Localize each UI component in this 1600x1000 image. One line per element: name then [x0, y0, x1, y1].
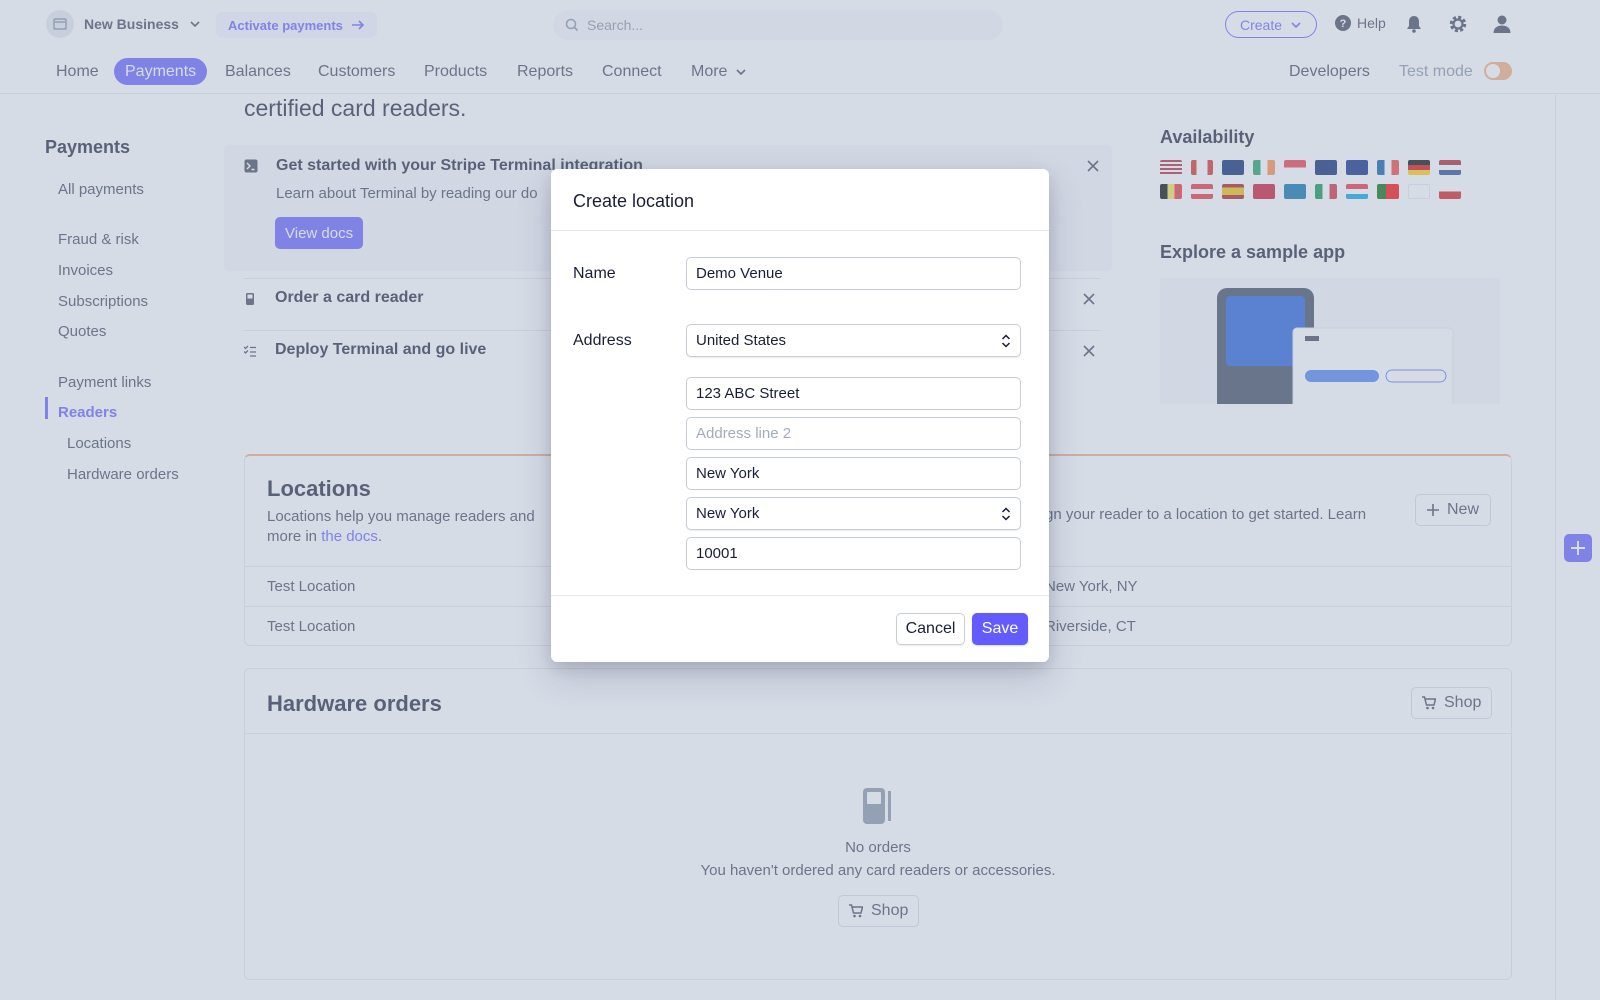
city-field[interactable] — [686, 457, 1021, 490]
zip-field[interactable] — [686, 537, 1021, 570]
create-location-dialog: Create location Name Address United Stat… — [551, 169, 1049, 662]
divider — [551, 230, 1049, 231]
name-field[interactable] — [686, 257, 1021, 290]
dialog-title: Create location — [573, 191, 695, 211]
chevron-up-down-icon — [1001, 507, 1011, 521]
chevron-up-down-icon — [1001, 334, 1011, 348]
divider — [551, 595, 1049, 596]
address-line2-field[interactable] — [686, 417, 1021, 450]
state-value: New York — [696, 505, 760, 522]
name-label: Name — [573, 265, 616, 282]
country-select[interactable]: United States — [686, 324, 1021, 357]
state-select[interactable]: New York — [686, 497, 1021, 530]
cancel-button[interactable]: Cancel — [896, 613, 965, 645]
address-line1-field[interactable] — [686, 377, 1021, 410]
save-button[interactable]: Save — [972, 613, 1028, 645]
address-label: Address — [573, 332, 632, 349]
country-value: United States — [696, 332, 787, 349]
